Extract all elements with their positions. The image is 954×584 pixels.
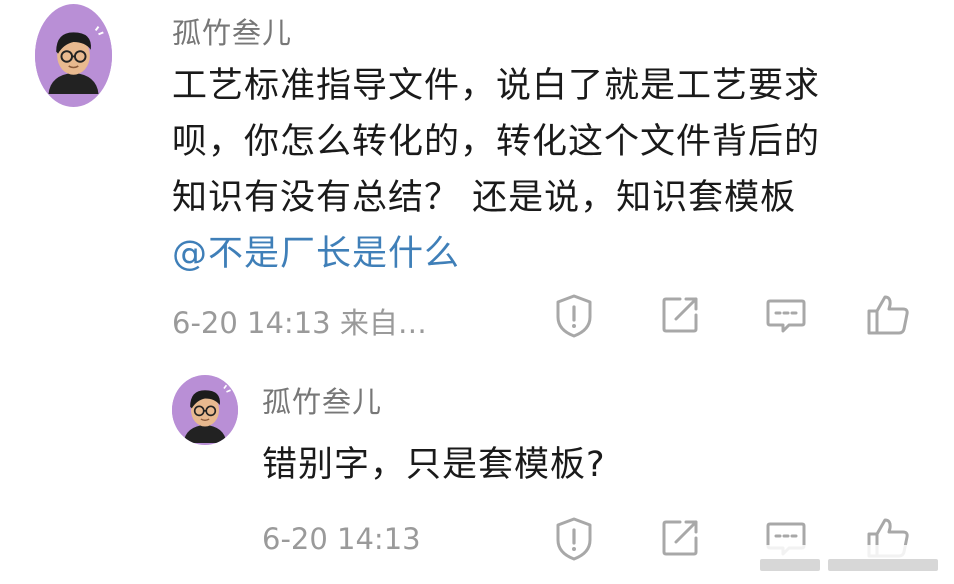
comment-username[interactable]: 孤竹叁儿 (172, 10, 292, 52)
reply-body: 错别字，只是套模板? (262, 445, 606, 485)
reply-username[interactable]: 孤竹叁儿 (262, 379, 382, 421)
cartoon-avatar-icon (35, 17, 112, 94)
avatar[interactable] (172, 375, 238, 445)
comment-line: 工艺标准指导文件，说白了就是工艺要求 (172, 66, 821, 106)
like-icon[interactable] (865, 293, 911, 337)
comment-icon[interactable] (765, 297, 807, 335)
report-icon[interactable] (553, 293, 595, 339)
watermark (720, 545, 954, 584)
reply-meta: 6-20 14:13 (262, 522, 421, 556)
report-icon[interactable] (553, 516, 595, 562)
cartoon-avatar-icon (172, 377, 238, 443)
comment-meta: 6-20 14:13 来自… (172, 306, 427, 340)
comment-body: 工艺标准指导文件，说白了就是工艺要求 呗，你怎么转化的，转化这个文件背后的 知识… (172, 58, 820, 282)
comment-line: 呗，你怎么转化的，转化这个文件背后的 (172, 122, 821, 162)
comment-line: 知识有没有总结？ 还是说，知识套模板 (172, 178, 797, 218)
mention-link[interactable]: @不是厂长是什么 (172, 226, 820, 282)
share-icon[interactable] (660, 518, 700, 558)
share-icon[interactable] (660, 295, 700, 335)
avatar[interactable] (35, 4, 112, 107)
